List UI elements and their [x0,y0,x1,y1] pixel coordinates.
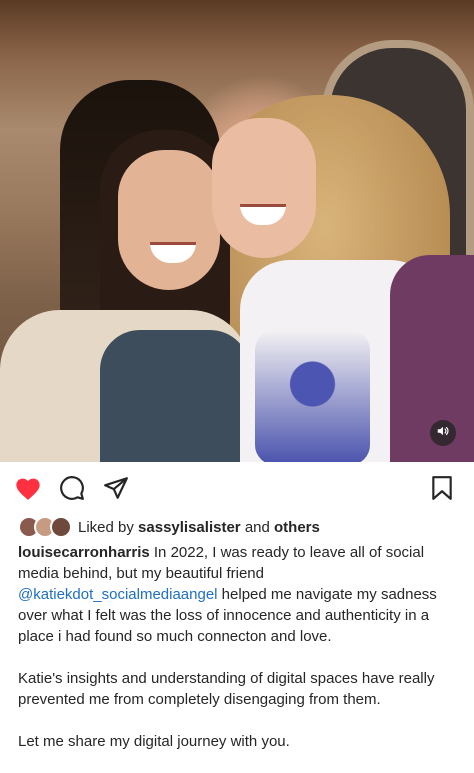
sound-toggle-button[interactable] [430,420,456,446]
avatar [50,516,72,538]
likes-summary[interactable]: Liked by sassylisalister and others [18,516,320,538]
photo-vest [100,330,250,462]
heart-filled-icon [14,475,42,506]
like-button[interactable] [14,476,42,504]
liker-username[interactable]: sassylisalister [138,519,241,536]
likes-prefix: Liked by [78,518,134,536]
post-caption: louisecarronharris In 2022, I was ready … [18,542,466,773]
photo-face [118,150,220,290]
post-actions-bar [0,470,474,508]
likes-others-link[interactable]: others [274,519,320,536]
send-icon [103,475,129,506]
caption-paragraph: Let me share my digital journey with you… [18,733,290,750]
photo-face [212,118,316,258]
photo-pattern [255,330,370,462]
comment-icon [59,475,85,506]
share-button[interactable] [102,476,130,504]
bookmark-icon [430,475,454,506]
comment-button[interactable] [58,475,86,506]
liker-avatars [18,516,72,538]
caption-mention-link[interactable]: @katiekdot_socialmediaangel [18,586,218,603]
save-button[interactable] [428,475,456,506]
caption-paragraph: Katie's insights and understanding of di… [18,670,435,708]
likes-and: and [244,518,270,536]
post-photo[interactable] [0,0,474,462]
speaker-icon [436,424,450,443]
caption-paragraph: louisecarronharris In 2022, I was ready … [18,542,466,647]
caption-username[interactable]: louisecarronharris [18,544,150,561]
